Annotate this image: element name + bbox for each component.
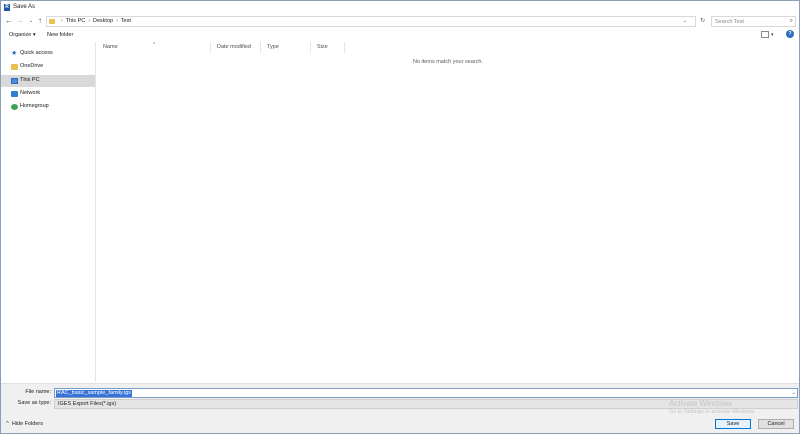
- folder-icon: [11, 64, 18, 70]
- breadcrumb: › This PC › Desktop › Test: [58, 18, 131, 24]
- chevron-right-icon: ›: [61, 18, 63, 24]
- command-toolbar: Organize ▾ New folder ▾ ?: [1, 29, 799, 41]
- chevron-right-icon: ›: [116, 18, 118, 24]
- up-arrow-icon[interactable]: ↑: [35, 15, 45, 28]
- save-as-dialog: R Save As ← → ⌄ ↑ › This PC › Desktop › Test …: [0, 0, 800, 434]
- search-icon[interactable]: ⌕: [790, 18, 793, 25]
- watermark-title: Activate Windows: [669, 399, 733, 408]
- back-arrow-icon[interactable]: ←: [4, 15, 14, 28]
- chevron-down-icon[interactable]: ⌄: [792, 389, 796, 397]
- search-input[interactable]: [712, 17, 785, 26]
- forward-arrow-icon[interactable]: →: [15, 15, 25, 28]
- hide-folders-button[interactable]: ^ Hide Folders: [6, 421, 43, 427]
- network-icon: [11, 91, 18, 97]
- address-dropdown-icon[interactable]: ⌄: [683, 17, 687, 26]
- watermark-subtitle: Go to Settings to activate Windows.: [669, 409, 756, 415]
- revit-app-icon: R: [4, 4, 10, 11]
- nav-item-this-pc[interactable]: This PC: [1, 75, 95, 87]
- chevron-up-icon: ^: [6, 421, 9, 427]
- organize-button[interactable]: Organize ▾: [9, 30, 36, 40]
- file-name-input[interactable]: RAC_basic_sample_family.igs ⌄: [54, 388, 798, 398]
- column-header-size[interactable]: Size: [311, 42, 345, 53]
- column-header-date-modified[interactable]: Date modified: [211, 42, 261, 53]
- activate-windows-watermark: Activate Windows Go to Settings to activ…: [669, 399, 756, 415]
- column-header-name[interactable]: Name ^: [97, 42, 211, 53]
- search-box: ⌕: [711, 16, 796, 27]
- save-as-type-value: IGES Export Files(*.igs): [58, 401, 117, 407]
- breadcrumb-test[interactable]: Test: [121, 18, 131, 24]
- folder-icon: [49, 19, 55, 24]
- star-icon: ★: [11, 50, 18, 57]
- file-list: Name ^ Date modified Type Size No items …: [97, 42, 799, 382]
- new-folder-button[interactable]: New folder: [47, 30, 73, 40]
- cancel-button[interactable]: Cancel: [758, 419, 794, 429]
- nav-item-network[interactable]: Network: [1, 88, 95, 100]
- homegroup-icon: [11, 104, 18, 110]
- window-title: Save As: [13, 4, 36, 10]
- view-dropdown-icon[interactable]: ▾: [771, 30, 774, 40]
- breadcrumb-this-pc[interactable]: This PC: [66, 18, 86, 24]
- nav-item-quick-access[interactable]: ★ Quick access: [1, 48, 95, 60]
- nav-item-label: This PC: [20, 77, 40, 83]
- hide-folders-label: Hide Folders: [11, 421, 44, 427]
- file-name-label: File name:: [25, 389, 51, 395]
- column-label: Name: [103, 44, 118, 50]
- nav-item-onedrive[interactable]: OneDrive: [1, 61, 95, 73]
- save-button[interactable]: Save: [715, 419, 751, 429]
- navigation-pane: ★ Quick access OneDrive This PC Network …: [1, 42, 96, 382]
- sort-ascending-icon: ^: [153, 42, 156, 48]
- refresh-icon[interactable]: ↻: [698, 16, 707, 27]
- computer-icon: [11, 78, 18, 84]
- nav-item-label: Network: [20, 90, 41, 96]
- title-bar: R Save As: [1, 1, 799, 14]
- empty-message: No items match your search.: [413, 59, 483, 65]
- view-options-icon[interactable]: [761, 31, 769, 38]
- address-bar[interactable]: › This PC › Desktop › Test ⌄: [46, 16, 696, 27]
- nav-item-label: OneDrive: [20, 63, 44, 69]
- nav-item-label: Quick access: [20, 50, 53, 56]
- save-as-type-label: Save as type:: [17, 400, 51, 406]
- breadcrumb-desktop[interactable]: Desktop: [93, 18, 113, 24]
- help-icon[interactable]: ?: [786, 30, 794, 38]
- chevron-right-icon: ›: [88, 18, 90, 24]
- nav-item-label: Homegroup: [20, 103, 49, 109]
- address-row: ← → ⌄ ↑ ›This PC›Desktop›Test ⌄ ↻ ⌕: [1, 15, 799, 28]
- nav-item-homegroup[interactable]: Homegroup: [1, 101, 95, 113]
- column-header-type[interactable]: Type: [261, 42, 311, 53]
- file-name-value[interactable]: RAC_basic_sample_family.igs: [56, 390, 132, 397]
